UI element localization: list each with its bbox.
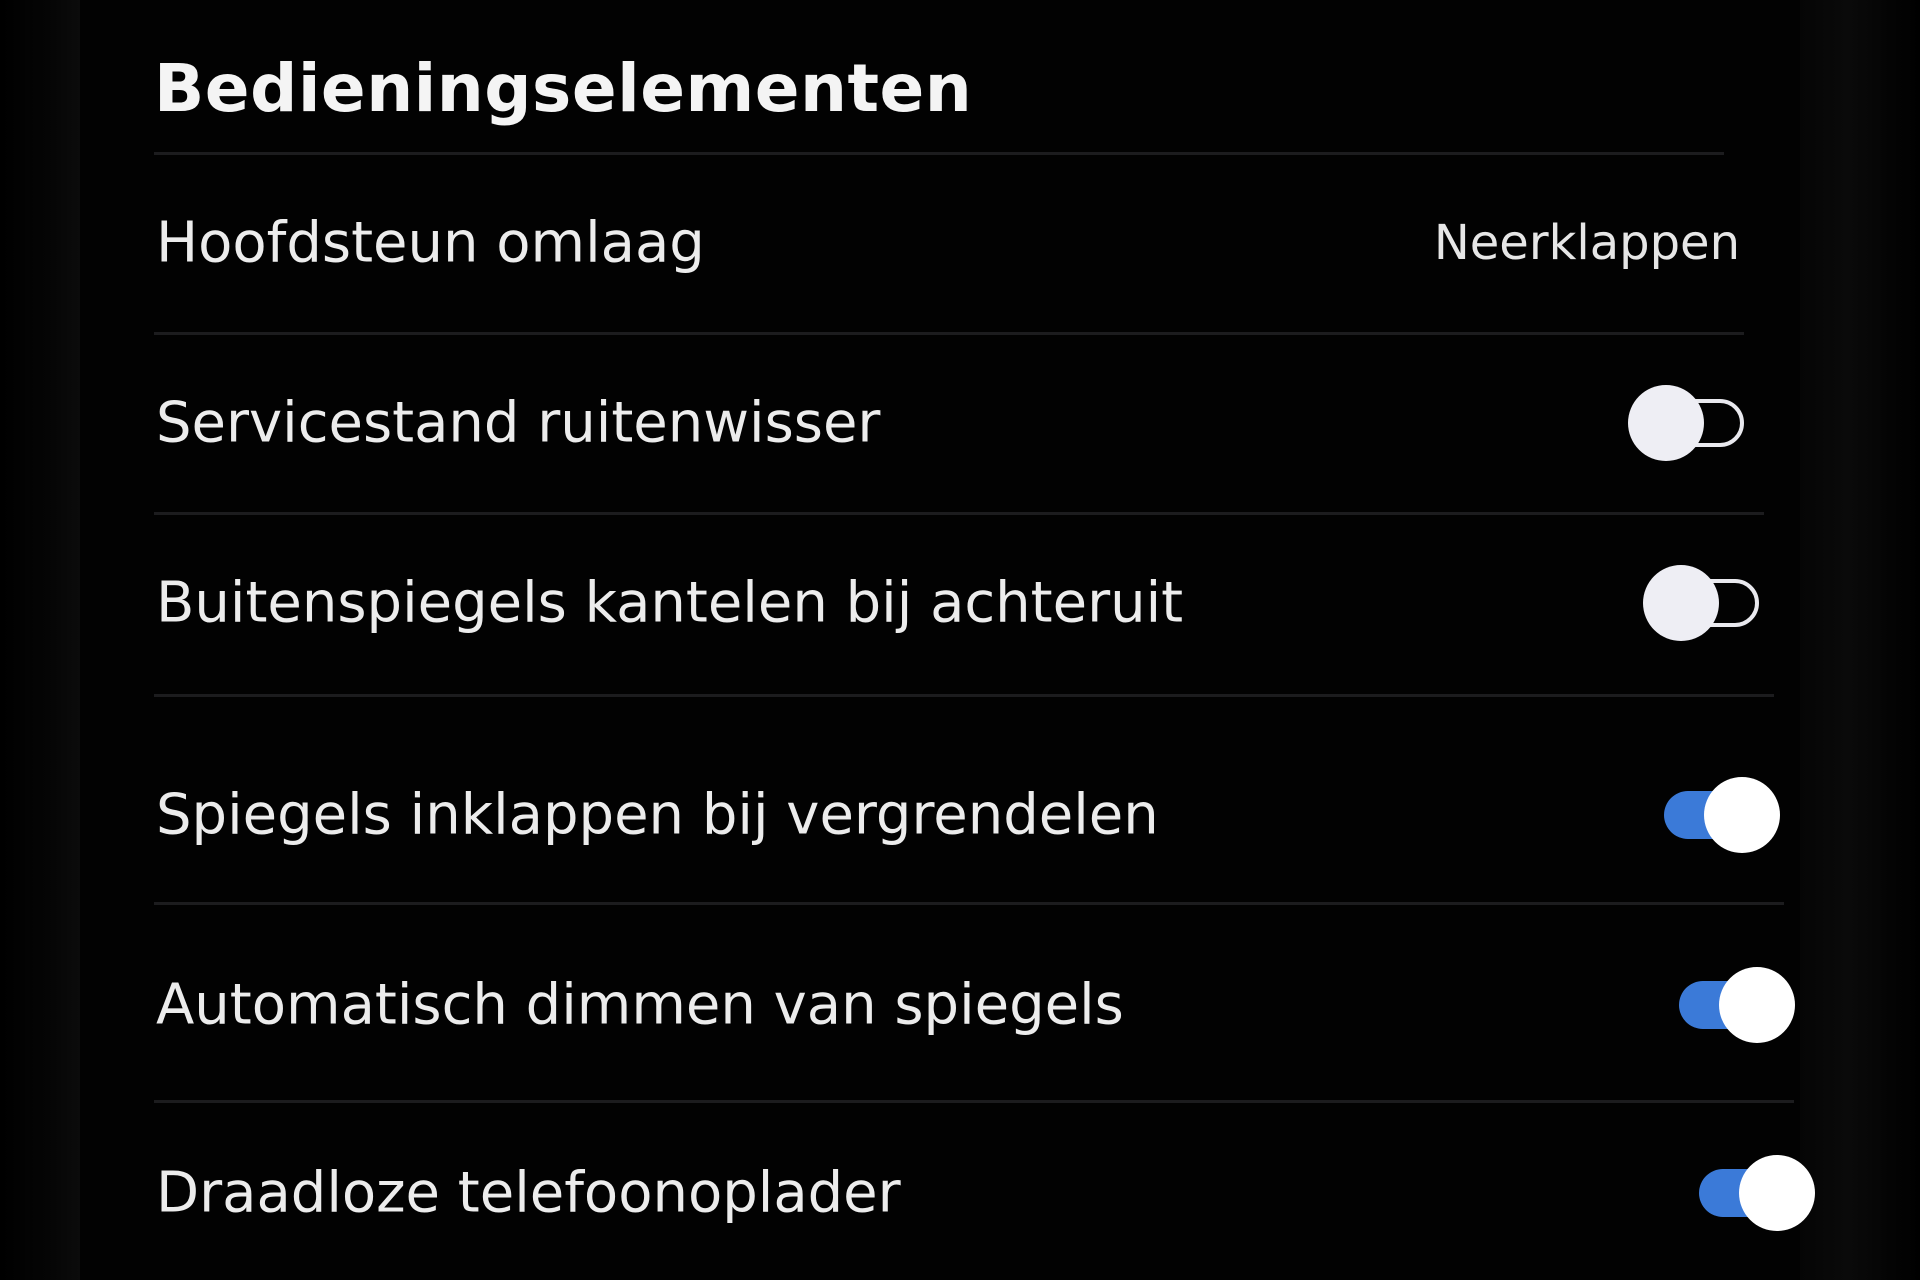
- divider: [154, 332, 1744, 335]
- toggle-knob: [1719, 967, 1795, 1043]
- settings-screen: Bedieningselementen Hoofdsteun omlaag Ne…: [0, 0, 1920, 1280]
- toggle-knob: [1643, 565, 1719, 641]
- divider: [154, 1100, 1794, 1103]
- wiper-service-toggle[interactable]: [1628, 385, 1750, 461]
- divider: [154, 694, 1774, 697]
- wireless-charger-toggle[interactable]: [1693, 1155, 1815, 1231]
- headrest-value[interactable]: Neerklappen: [1434, 215, 1740, 271]
- screen-bezel-right: [1800, 0, 1920, 1280]
- setting-label-headrest: Hoofdsteun omlaag: [156, 210, 705, 276]
- setting-row-mirror-tilt[interactable]: Buitenspiegels kantelen bij achteruit: [150, 518, 1765, 688]
- section-title: Bedieningselementen: [154, 50, 973, 127]
- mirror-dim-toggle[interactable]: [1673, 967, 1795, 1043]
- divider: [154, 902, 1784, 905]
- setting-row-wiper-service[interactable]: Servicestand ruitenwisser: [150, 338, 1750, 508]
- setting-row-mirror-dim[interactable]: Automatisch dimmen van spiegels: [150, 920, 1795, 1090]
- mirror-tilt-toggle[interactable]: [1643, 565, 1765, 641]
- setting-label-wiper-service: Servicestand ruitenwisser: [156, 390, 881, 456]
- divider: [154, 152, 1724, 155]
- setting-label-wireless-charger: Draadloze telefoonoplader: [156, 1160, 901, 1226]
- setting-row-wireless-charger[interactable]: Draadloze telefoonoplader: [150, 1108, 1815, 1278]
- toggle-knob: [1628, 385, 1704, 461]
- mirror-fold-toggle[interactable]: [1658, 777, 1780, 853]
- setting-label-mirror-fold: Spiegels inklappen bij vergrendelen: [156, 782, 1159, 848]
- setting-label-mirror-tilt: Buitenspiegels kantelen bij achteruit: [156, 570, 1184, 636]
- screen-bezel-left: [0, 0, 80, 1280]
- divider: [154, 512, 1764, 515]
- setting-row-headrest[interactable]: Hoofdsteun omlaag Neerklappen: [150, 158, 1740, 328]
- toggle-knob: [1739, 1155, 1815, 1231]
- setting-label-mirror-dim: Automatisch dimmen van spiegels: [156, 972, 1124, 1038]
- settings-panel: Bedieningselementen Hoofdsteun omlaag Ne…: [150, 40, 1815, 1280]
- setting-row-mirror-fold[interactable]: Spiegels inklappen bij vergrendelen: [150, 730, 1780, 900]
- toggle-knob: [1704, 777, 1780, 853]
